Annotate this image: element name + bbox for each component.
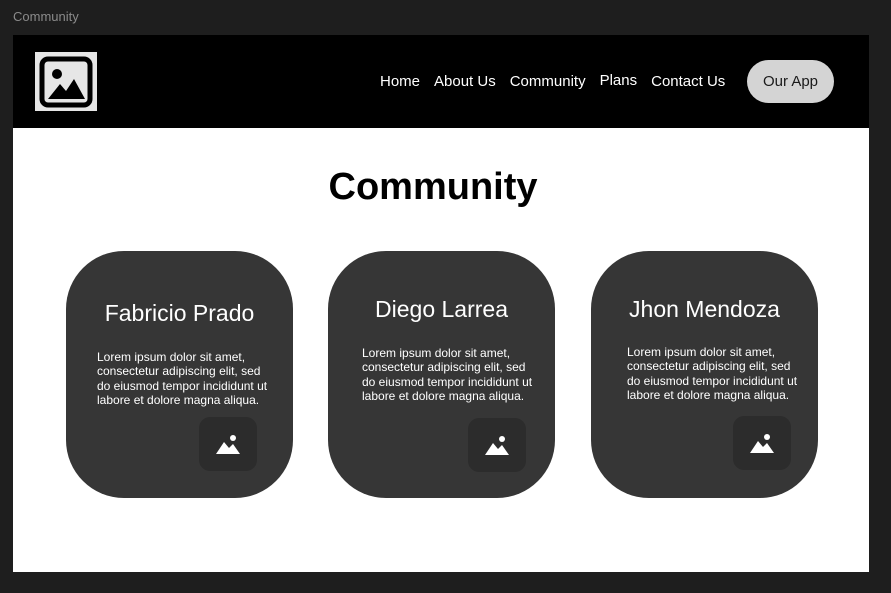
card-description: Lorem ipsum dolor sit amet, consectetur …	[362, 346, 533, 403]
image-icon	[485, 436, 509, 455]
page-frame: Home About Us Community Plans Contact Us…	[13, 35, 869, 572]
image-icon	[216, 435, 240, 454]
nav-link-plans[interactable]: Plans	[600, 72, 638, 89]
navbar: Home About Us Community Plans Contact Us…	[13, 35, 869, 128]
card-image-button[interactable]	[733, 416, 791, 470]
frame-label: Community	[13, 9, 79, 24]
logo[interactable]	[35, 52, 97, 111]
card-name: Diego Larrea	[375, 296, 508, 322]
community-card: Diego Larrea Lorem ipsum dolor sit amet,…	[328, 251, 555, 498]
nav-links: Home About Us Community Plans Contact Us	[380, 35, 739, 128]
our-app-button[interactable]: Our App	[747, 60, 834, 103]
community-card: Fabricio Prado Lorem ipsum dolor sit ame…	[66, 251, 293, 498]
card-name: Fabricio Prado	[104, 300, 255, 326]
community-card: Jhon Mendoza Lorem ipsum dolor sit amet,…	[591, 251, 818, 498]
card-image-button[interactable]	[199, 417, 257, 471]
nav-link-about-us[interactable]: About Us	[434, 73, 496, 90]
card-image-button[interactable]	[468, 418, 526, 472]
card-description: Lorem ipsum dolor sit amet, consectetur …	[627, 345, 798, 402]
image-icon	[39, 56, 93, 107]
card-description: Lorem ipsum dolor sit amet, consectetur …	[97, 350, 268, 407]
nav-link-community[interactable]: Community	[510, 73, 586, 90]
card-name: Jhon Mendoza	[629, 296, 780, 322]
page-title: Community	[328, 166, 538, 208]
image-icon	[750, 434, 774, 453]
nav-link-contact-us[interactable]: Contact Us	[651, 73, 725, 90]
nav-link-home[interactable]: Home	[380, 73, 420, 90]
